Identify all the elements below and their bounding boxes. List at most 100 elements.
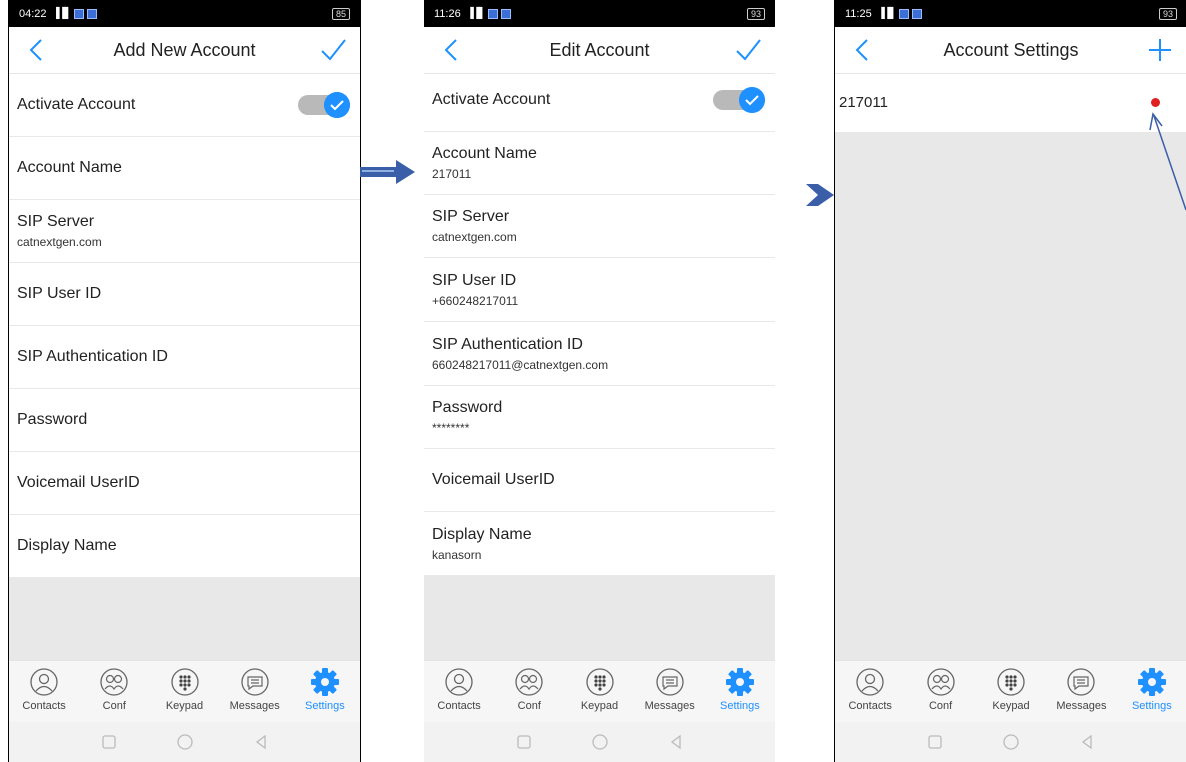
- tab-settings[interactable]: Settings: [290, 661, 360, 723]
- status-time: 11:26: [434, 7, 461, 20]
- save-check-button[interactable]: [318, 35, 348, 65]
- conference-icon: [100, 668, 128, 696]
- signal-icon: ▐▐▌: [466, 8, 486, 19]
- notification-icon: [898, 8, 909, 19]
- account-name-field[interactable]: Account Name: [9, 137, 360, 200]
- activate-account-row[interactable]: Activate Account: [424, 68, 775, 132]
- tab-conf[interactable]: Conf: [79, 661, 149, 723]
- display-name-field[interactable]: Display Name kanasorn: [424, 512, 775, 576]
- back-button[interactable]: [849, 35, 877, 65]
- empty-area: [835, 133, 1186, 660]
- system-nav-bar: [424, 722, 775, 762]
- gear-icon: [1137, 668, 1166, 696]
- app-header: Account Settings: [835, 27, 1186, 74]
- recents-icon[interactable]: [516, 734, 532, 750]
- back-nav-icon[interactable]: [253, 734, 269, 750]
- tab-contacts[interactable]: Contacts: [835, 661, 905, 723]
- phone-screen-add-account: 04:22 ▐▐▌ 85 Add New Account Activate Ac…: [8, 0, 361, 762]
- add-account-button[interactable]: [1145, 35, 1175, 65]
- conference-icon: [926, 668, 955, 696]
- sip-server-field[interactable]: SIP Server catnextgen.com: [424, 195, 775, 258]
- sip-server-field[interactable]: SIP Server catnextgen.com: [9, 200, 360, 263]
- tab-messages[interactable]: Messages: [220, 661, 290, 723]
- sip-auth-id-field[interactable]: SIP Authentication ID: [9, 326, 360, 389]
- account-name-field[interactable]: Account Name 217011: [424, 132, 775, 195]
- voicemail-userid-field[interactable]: Voicemail UserID: [424, 449, 775, 512]
- empty-area: [424, 576, 775, 660]
- tab-contacts[interactable]: Contacts: [424, 661, 494, 723]
- page-title: Add New Account: [113, 39, 256, 60]
- check-icon: [324, 91, 350, 118]
- password-field[interactable]: Password: [9, 389, 360, 452]
- tab-contacts[interactable]: Contacts: [9, 661, 79, 723]
- messages-icon: [241, 668, 269, 696]
- status-time: 04:22: [19, 7, 47, 20]
- messages-icon: [656, 668, 684, 696]
- home-icon[interactable]: [176, 734, 193, 750]
- system-nav-bar: [835, 722, 1186, 762]
- notification-icon: [73, 8, 84, 19]
- sip-user-id-field[interactable]: SIP User ID +660248217011: [424, 258, 775, 322]
- bottom-tab-bar: Contacts Conf Keypad Messages Settings: [9, 660, 360, 723]
- voicemail-userid-field[interactable]: Voicemail UserID: [9, 452, 360, 515]
- notification-icon: [500, 8, 511, 19]
- contacts-icon: [30, 668, 58, 696]
- page-title: Edit Account: [549, 39, 650, 60]
- tab-conf[interactable]: Conf: [494, 661, 564, 723]
- system-nav-bar: [9, 722, 360, 762]
- app-header: Add New Account: [9, 27, 360, 74]
- tab-keypad[interactable]: Keypad: [564, 661, 634, 723]
- messages-icon: [1067, 668, 1096, 696]
- back-nav-icon[interactable]: [1079, 734, 1095, 750]
- empty-area: [9, 578, 360, 660]
- notification-icon: [487, 8, 498, 19]
- keypad-icon: [170, 668, 199, 696]
- status-time: 11:25: [845, 7, 872, 20]
- tab-conf[interactable]: Conf: [905, 661, 975, 723]
- back-button[interactable]: [23, 35, 51, 65]
- page-title: Account Settings: [943, 39, 1079, 60]
- bottom-tab-bar: Contacts Conf Keypad Messages Settings: [424, 660, 775, 723]
- tab-messages[interactable]: Messages: [1046, 661, 1116, 723]
- phone-screen-account-settings: 11:25 ▐▐▌ 93 Account Settings 217011 Con…: [834, 0, 1186, 762]
- tab-keypad[interactable]: Keypad: [976, 661, 1046, 723]
- gear-icon: [310, 668, 339, 696]
- gear-icon: [725, 668, 754, 696]
- tab-settings[interactable]: Settings: [1117, 661, 1186, 723]
- home-icon[interactable]: [1003, 734, 1019, 750]
- tab-keypad[interactable]: Keypad: [149, 661, 219, 723]
- home-icon[interactable]: [591, 734, 608, 750]
- activate-account-toggle[interactable]: [298, 91, 350, 118]
- status-bar: 11:25 ▐▐▌ 93: [835, 0, 1186, 27]
- back-nav-icon[interactable]: [668, 734, 684, 750]
- battery-indicator: 85: [331, 7, 350, 20]
- battery-indicator: 93: [746, 7, 765, 20]
- app-header: Edit Account: [424, 27, 775, 74]
- activate-account-row[interactable]: Activate Account: [9, 73, 360, 137]
- annotation-pointer-icon: [1149, 112, 1186, 211]
- signal-icon: ▐▐▌: [52, 8, 72, 19]
- save-check-button[interactable]: [733, 35, 763, 65]
- activate-account-toggle[interactable]: [713, 86, 765, 113]
- password-field[interactable]: Password ********: [424, 386, 775, 449]
- tab-messages[interactable]: Messages: [635, 661, 705, 723]
- tab-settings[interactable]: Settings: [705, 661, 775, 723]
- sip-user-id-field[interactable]: SIP User ID: [9, 263, 360, 326]
- activate-account-label: Activate Account: [17, 95, 136, 113]
- conference-icon: [515, 668, 543, 696]
- recents-icon[interactable]: [927, 734, 943, 750]
- status-bar: 04:22 ▐▐▌ 85: [9, 0, 360, 27]
- sip-auth-id-field[interactable]: SIP Authentication ID 660248217011@catnex…: [424, 322, 775, 386]
- signal-icon: ▐▐▌: [877, 8, 897, 19]
- flow-arrow-icon: [806, 184, 834, 206]
- notification-icon: [86, 8, 97, 19]
- recents-icon[interactable]: [101, 734, 117, 750]
- account-list-item[interactable]: 217011: [835, 73, 1186, 133]
- check-icon: [739, 86, 765, 113]
- back-button[interactable]: [438, 35, 466, 65]
- contacts-icon: [445, 668, 473, 696]
- display-name-field[interactable]: Display Name: [9, 515, 360, 578]
- keypad-icon: [997, 668, 1025, 696]
- status-bar: 11:26 ▐▐▌ 93: [424, 0, 775, 27]
- phone-screen-edit-account: 11:26 ▐▐▌ 93 Edit Account Activate Accou…: [424, 0, 775, 762]
